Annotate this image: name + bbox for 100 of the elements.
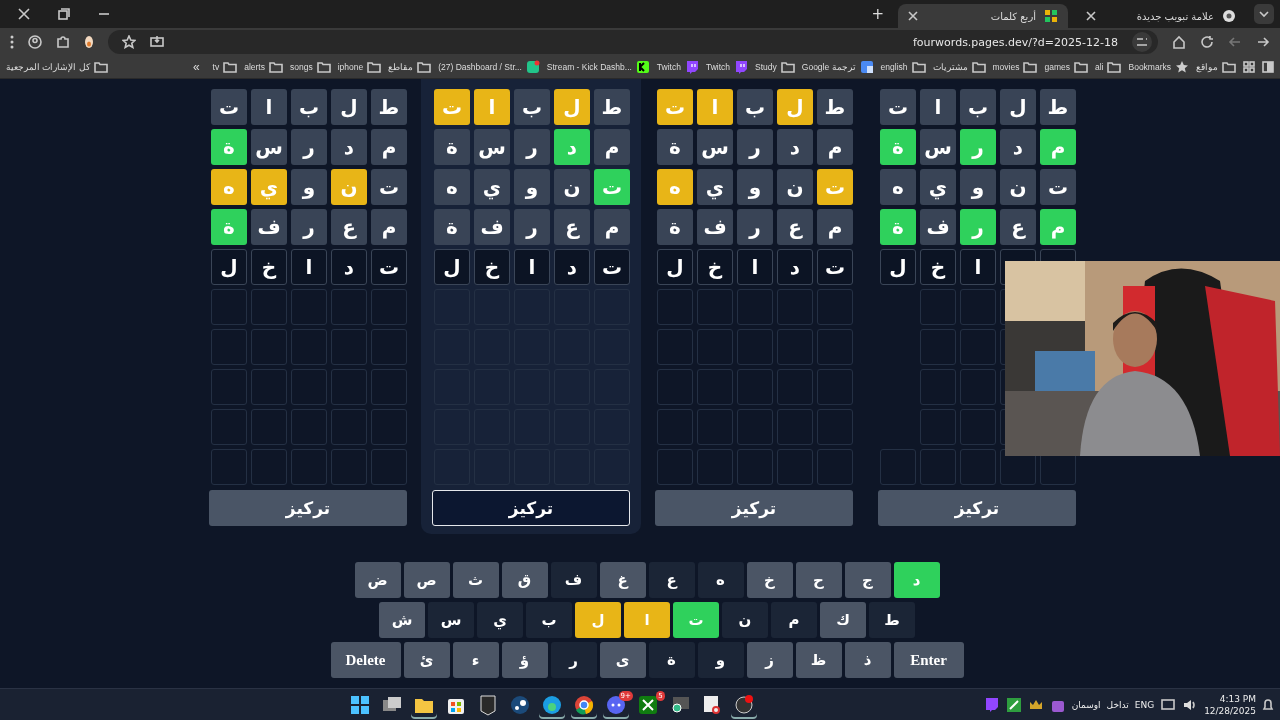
- keyboard-key[interactable]: ر: [550, 642, 597, 678]
- keyboard-key[interactable]: خ: [746, 562, 793, 598]
- browser-tab[interactable]: علامة تبويب جديدة: [1076, 4, 1246, 28]
- site-settings-icon[interactable]: [1132, 32, 1152, 52]
- reload-icon[interactable]: [1200, 35, 1214, 49]
- keyboard-key[interactable]: Enter: [893, 642, 964, 678]
- keyboard-key[interactable]: ز: [746, 642, 793, 678]
- keyboard-key[interactable]: ف: [550, 562, 597, 598]
- clock-time: 4:13 PM: [1219, 693, 1256, 705]
- bookmark[interactable]: movies: [992, 60, 1038, 74]
- bookmark[interactable]: english: [880, 60, 926, 74]
- keyboard-key[interactable]: ص: [403, 562, 450, 598]
- star-icon[interactable]: [122, 35, 136, 49]
- keyboard-key[interactable]: ذ: [844, 642, 891, 678]
- letter-tile: ت: [817, 169, 853, 205]
- bookmark[interactable]: مقاطع: [388, 60, 432, 74]
- keyboard-key[interactable]: Delete: [330, 642, 401, 678]
- forward-icon[interactable]: [1228, 35, 1242, 49]
- bookmark[interactable]: Twitch: [656, 60, 699, 74]
- keyboard-key[interactable]: ع: [648, 562, 695, 598]
- keyboard-key[interactable]: ج: [844, 562, 891, 598]
- empty-tile: [960, 449, 996, 485]
- kick-icon: [635, 60, 650, 74]
- url-text: fourwords.pages.dev/?d=2025-12-18: [913, 35, 1118, 49]
- focus-button[interactable]: تركيز: [432, 490, 630, 526]
- keyboard-key[interactable]: م: [771, 602, 817, 638]
- focus-button[interactable]: تركيز: [655, 490, 853, 526]
- letter-tile: د: [554, 249, 590, 285]
- sidebar-icon[interactable]: [1262, 61, 1274, 73]
- focus-button[interactable]: تركيز: [209, 490, 407, 526]
- empty-tile: [211, 449, 247, 485]
- focus-button[interactable]: تركيز: [878, 490, 1076, 526]
- keyboard-key[interactable]: ئ: [403, 642, 450, 678]
- bookmark[interactable]: (27) Dashboard / Str...: [438, 60, 540, 74]
- bookmark[interactable]: مواقع: [1196, 60, 1236, 74]
- bookmark[interactable]: songs: [290, 60, 331, 74]
- apps-icon[interactable]: [1243, 61, 1255, 73]
- keyboard-key[interactable]: ى: [599, 642, 646, 678]
- bookmark[interactable]: games: [1044, 60, 1088, 74]
- address-bar[interactable]: fourwords.pages.dev/?d=2025-12-18: [108, 30, 1158, 54]
- sword-icon[interactable]: [1005, 697, 1022, 713]
- keyboard-key[interactable]: ء: [452, 642, 499, 678]
- bookmark[interactable]: alerts: [244, 60, 283, 74]
- keyboard-key[interactable]: ظ: [795, 642, 842, 678]
- folder-icon: [1023, 60, 1038, 74]
- bookmark[interactable]: مشتريات: [932, 60, 986, 74]
- keyboard-key[interactable]: ؤ: [501, 642, 548, 678]
- tab-search-icon[interactable]: [1254, 4, 1274, 24]
- empty-tile: [960, 369, 996, 405]
- profile-icon[interactable]: [28, 35, 42, 49]
- install-icon[interactable]: [150, 35, 164, 49]
- browser-tab[interactable]: أربع كلمات: [898, 4, 1068, 28]
- keyboard-key[interactable]: ن: [722, 602, 768, 638]
- restore-icon[interactable]: [58, 8, 70, 20]
- keyboard-key[interactable]: ح: [795, 562, 842, 598]
- letter-tile: ط: [371, 89, 407, 125]
- bookmark[interactable]: Google ترجمة: [801, 60, 874, 74]
- keyboard-key[interactable]: ق: [501, 562, 548, 598]
- keyboard-key[interactable]: ة: [648, 642, 695, 678]
- menu-icon[interactable]: [10, 35, 14, 49]
- overflow-chevron[interactable]: «: [186, 60, 206, 74]
- puzzle-icon[interactable]: [56, 35, 70, 49]
- empty-tile: [737, 449, 773, 485]
- keyboard-key[interactable]: ث: [452, 562, 499, 598]
- bookmark[interactable]: ali: [1094, 60, 1122, 74]
- keyboard-key[interactable]: ك: [820, 602, 866, 638]
- letter-tile: ر: [514, 129, 550, 165]
- keyboard-key[interactable]: س: [428, 602, 474, 638]
- bell-icon[interactable]: [1262, 698, 1274, 712]
- letter-tile: ع: [777, 209, 813, 245]
- bookmark[interactable]: Bookmarks: [1128, 60, 1189, 74]
- keyboard-key[interactable]: ي: [477, 602, 523, 638]
- bookmark[interactable]: Twitch: [705, 60, 749, 74]
- home-icon[interactable]: [1172, 35, 1186, 49]
- network-icon[interactable]: [1160, 697, 1177, 713]
- extension-icon[interactable]: [84, 35, 94, 49]
- bookmark[interactable]: كل الإشارات المرجعية: [6, 60, 108, 74]
- close-icon[interactable]: [1086, 11, 1096, 21]
- empty-tile: [251, 289, 287, 325]
- keyboard-key[interactable]: و: [697, 642, 744, 678]
- keyboard-key[interactable]: ب: [526, 602, 572, 638]
- back-icon[interactable]: [1256, 35, 1270, 49]
- twitch-icon[interactable]: [983, 697, 1000, 713]
- empty-tile: [657, 329, 693, 365]
- keyboard-key[interactable]: ش: [379, 602, 425, 638]
- close-icon[interactable]: [18, 8, 30, 20]
- keyboard-key[interactable]: ه: [697, 562, 744, 598]
- bookmark[interactable]: iphone: [337, 60, 382, 74]
- language-indicator[interactable]: ENG: [1134, 700, 1155, 710]
- bookmark[interactable]: tv: [212, 60, 238, 74]
- letter-tile: د: [777, 129, 813, 165]
- bookmark[interactable]: Study: [755, 60, 795, 74]
- letter-tile: د: [554, 129, 590, 165]
- keyboard-key[interactable]: ض: [354, 562, 401, 598]
- new-tab-button[interactable]: +: [865, 5, 890, 23]
- empty-tile: [251, 449, 287, 485]
- keyboard-key[interactable]: ط: [869, 602, 915, 638]
- bookmark[interactable]: Stream - Kick Dashb...: [546, 60, 650, 74]
- close-icon[interactable]: [908, 11, 918, 21]
- keyboard-key[interactable]: غ: [599, 562, 646, 598]
